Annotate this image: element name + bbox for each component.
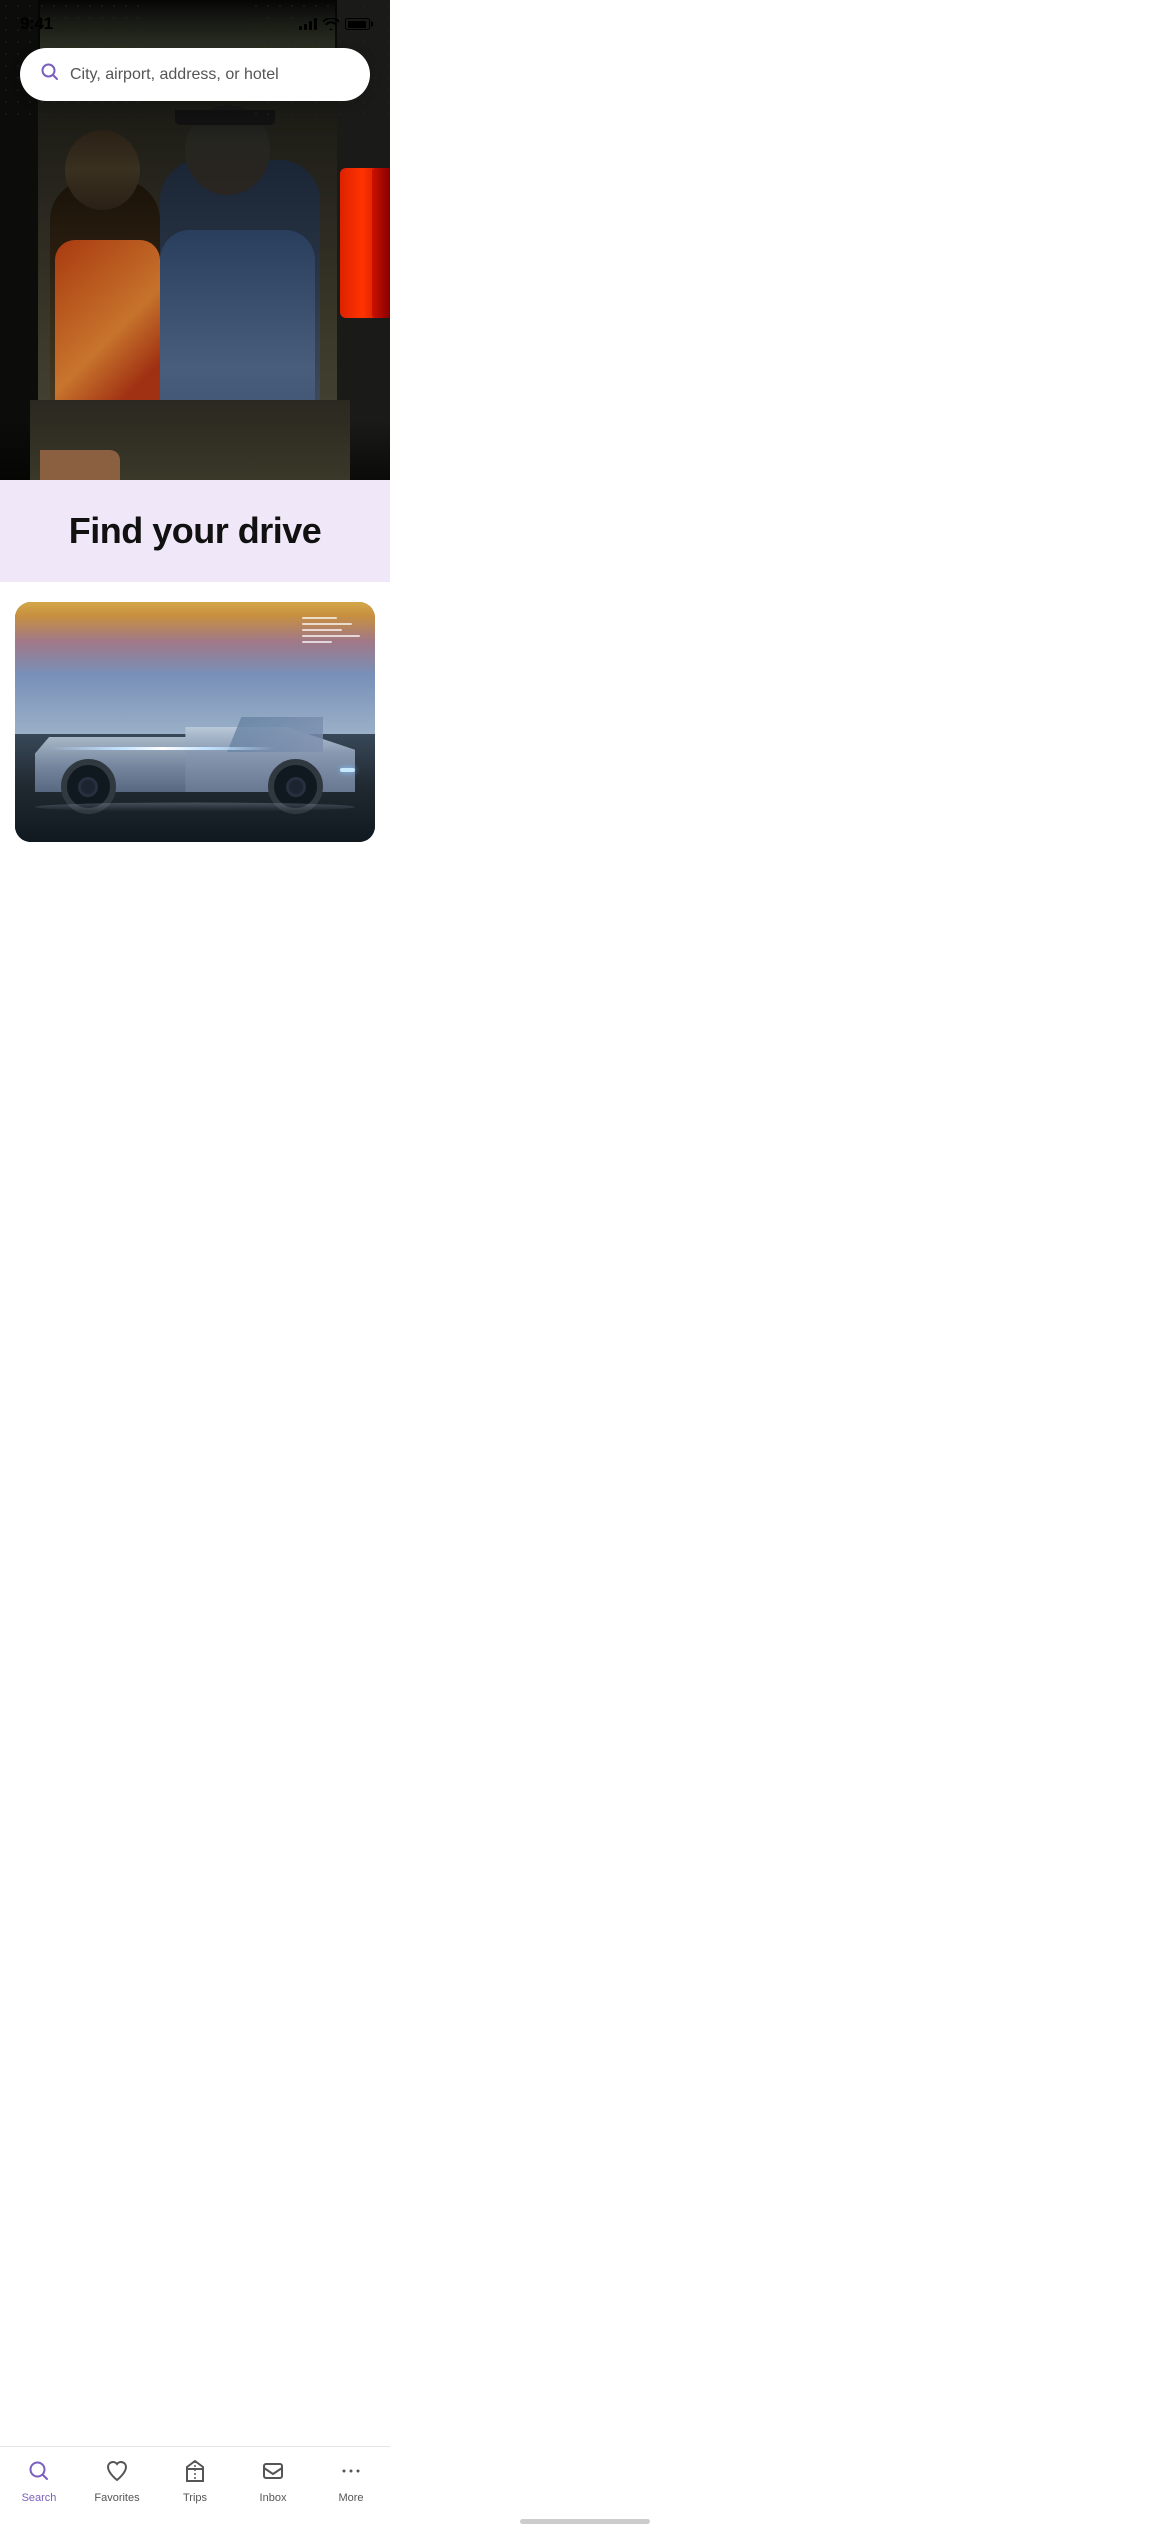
- ct-body: [35, 702, 355, 822]
- nav-label-more: More: [338, 2492, 363, 2504]
- home-indicator: [520, 2519, 650, 2524]
- find-drive-title: Find your drive: [20, 510, 370, 552]
- search-placeholder: City, airport, address, or hotel: [70, 66, 279, 84]
- signal-icon: [299, 18, 317, 30]
- speed-line: [302, 617, 337, 619]
- nav-item-more[interactable]: More: [316, 2459, 386, 2504]
- inbox-nav-icon: [261, 2459, 285, 2488]
- search-bar[interactable]: City, airport, address, or hotel: [20, 48, 370, 101]
- hero-section: City, airport, address, or hotel: [0, 0, 390, 582]
- status-bar: 9:41: [0, 0, 390, 42]
- nav-item-favorites[interactable]: Favorites: [82, 2459, 152, 2504]
- bottom-nav: Search Favorites Trips Inbox: [0, 2446, 390, 2532]
- speed-line: [302, 629, 342, 631]
- car-card[interactable]: [15, 602, 375, 842]
- speed-line: [302, 641, 332, 643]
- status-time: 9:41: [20, 14, 53, 34]
- find-drive-section: Find your drive: [0, 480, 390, 582]
- search-icon: [40, 62, 60, 87]
- speed-line: [302, 623, 352, 625]
- nav-label-trips: Trips: [183, 2492, 207, 2504]
- nav-label-search: Search: [22, 2492, 57, 2504]
- nav-label-inbox: Inbox: [260, 2492, 287, 2504]
- battery-icon: [345, 18, 370, 30]
- nav-item-inbox[interactable]: Inbox: [238, 2459, 308, 2504]
- car-card-section: [0, 582, 390, 862]
- ct-light-strip: [51, 747, 275, 750]
- search-bar-container[interactable]: City, airport, address, or hotel: [20, 48, 370, 101]
- status-icons: [299, 18, 370, 30]
- main-content: City, airport, address, or hotel: [0, 0, 390, 952]
- wifi-icon: [323, 18, 339, 30]
- trips-nav-icon: [183, 2459, 207, 2488]
- favorites-nav-icon: [105, 2459, 129, 2488]
- more-nav-icon: [339, 2459, 363, 2488]
- speed-lines: [302, 617, 360, 643]
- nav-item-search[interactable]: Search: [4, 2459, 74, 2504]
- speed-line: [302, 635, 360, 637]
- nav-label-favorites: Favorites: [94, 2492, 139, 2504]
- search-nav-icon: [27, 2459, 51, 2488]
- nav-item-trips[interactable]: Trips: [160, 2459, 230, 2504]
- cybertruck-image: [15, 602, 375, 842]
